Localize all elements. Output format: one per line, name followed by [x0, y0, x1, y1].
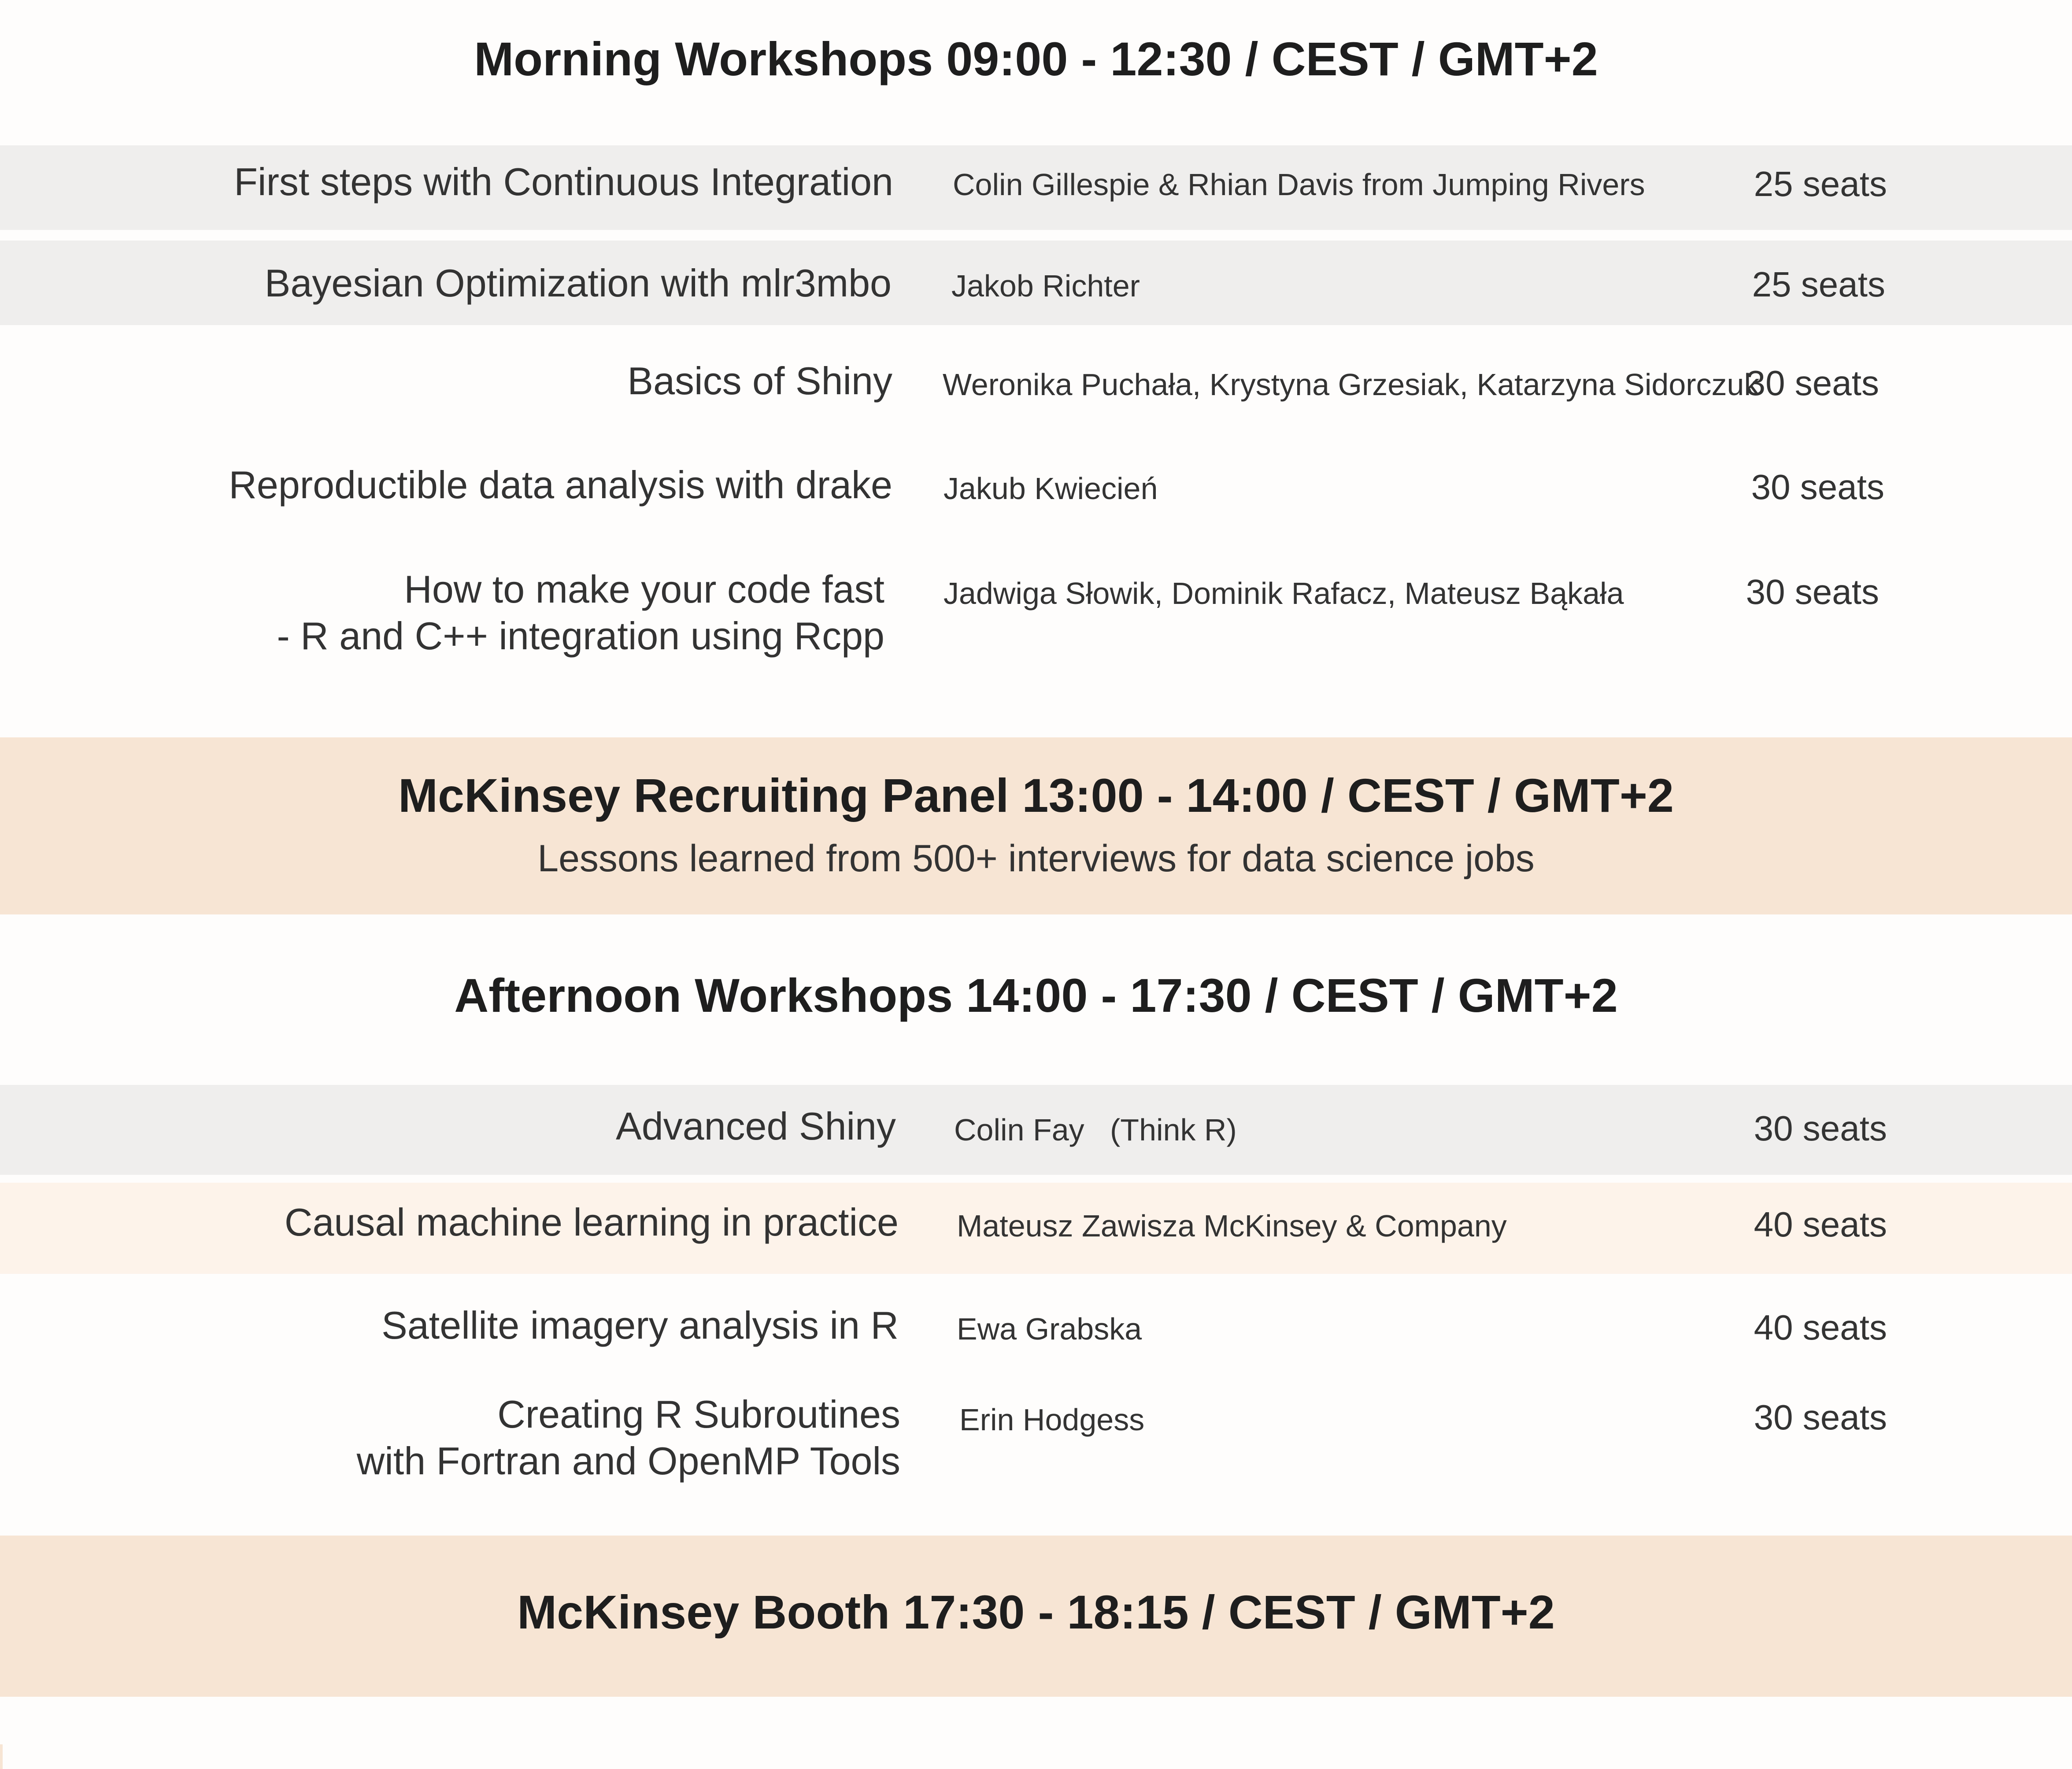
workshop-speaker-basics-shiny: Weronika Puchała, Krystyna Grzesiak, Kat…	[943, 367, 1760, 402]
workshop-title-drake: Reproductible data analysis with drake	[229, 462, 892, 508]
workshop-speaker-rcpp: Jadwiga Słowik, Dominik Rafacz, Mateusz …	[944, 576, 1624, 611]
workshop-speaker-causal-ml: Mateusz Zawisza McKinsey & Company	[957, 1209, 1507, 1243]
workshop-speaker-satellite: Ewa Grabska	[957, 1312, 1142, 1346]
left-edge-marker	[0, 1744, 3, 1769]
workshop-title-line: Advanced Shiny	[616, 1104, 896, 1148]
workshop-title-line: - R and C++ integration using Rcpp	[277, 614, 884, 658]
workshop-seats-basics-shiny: 30 seats	[1746, 363, 1879, 403]
workshop-seats-bayesian: 25 seats	[1752, 265, 1885, 304]
workshop-title-first-steps: First steps with Continuous Integration	[234, 159, 893, 205]
workshop-seats-causal-ml: 40 seats	[1754, 1205, 1887, 1244]
recruiting-panel-band	[0, 737, 2072, 914]
workshop-seats-fortran: 30 seats	[1754, 1398, 1887, 1437]
workshop-title-line: Reproductible data analysis with drake	[229, 463, 892, 507]
workshop-title-fortran: Creating R Subroutines with Fortran and …	[357, 1391, 900, 1484]
workshop-title-line: with Fortran and OpenMP Tools	[356, 1439, 900, 1483]
workshop-title-line: How to make your code fast	[404, 567, 884, 611]
workshop-speaker-fortran: Erin Hodgess	[959, 1403, 1145, 1437]
workshop-title-line: Basics of Shiny	[627, 359, 892, 403]
workshop-seats-satellite: 40 seats	[1754, 1308, 1887, 1347]
workshop-title-rcpp: How to make your code fast - R and C++ i…	[277, 566, 884, 659]
workshop-title-line: Satellite imagery analysis in R	[381, 1303, 899, 1347]
recruiting-panel-subheading: Lessons learned from 500+ interviews for…	[537, 837, 1535, 880]
recruiting-panel-heading: McKinsey Recruiting Panel 13:00 - 14:00 …	[398, 769, 1674, 822]
workshop-title-line: Causal machine learning in practice	[284, 1200, 899, 1244]
morning-workshops-heading: Morning Workshops 09:00 - 12:30 / CEST /…	[474, 32, 1598, 85]
workshop-seats-rcpp: 30 seats	[1746, 572, 1879, 611]
workshop-title-line: Bayesian Optimization with mlr3mbo	[264, 261, 892, 305]
workshop-title-satellite: Satellite imagery analysis in R	[381, 1302, 899, 1349]
workshop-speaker-advanced-shiny: Colin Fay (Think R)	[954, 1113, 1237, 1147]
workshop-title-line: Creating R Subroutines	[497, 1392, 900, 1436]
workshop-seats-advanced-shiny: 30 seats	[1754, 1109, 1887, 1148]
workshop-title-advanced-shiny: Advanced Shiny	[616, 1103, 896, 1150]
workshop-title-bayesian: Bayesian Optimization with mlr3mbo	[265, 260, 892, 307]
workshop-speaker-bayesian: Jakob Richter	[951, 269, 1140, 303]
workshop-speaker-drake: Jakub Kwiecień	[944, 471, 1158, 506]
workshop-seats-first-steps: 25 seats	[1754, 164, 1887, 204]
workshop-title-line: First steps with Continuous Integration	[234, 160, 893, 204]
workshop-speaker-first-steps: Colin Gillespie & Rhian Davis from Jumpi…	[953, 167, 1645, 202]
workshop-title-causal-ml: Causal machine learning in practice	[285, 1199, 899, 1246]
booth-heading: McKinsey Booth 17:30 - 18:15 / CEST / GM…	[517, 1585, 1555, 1639]
afternoon-workshops-heading: Afternoon Workshops 14:00 - 17:30 / CEST…	[454, 969, 1618, 1022]
workshop-seats-drake: 30 seats	[1751, 467, 1884, 507]
workshop-title-basics-shiny: Basics of Shiny	[627, 358, 892, 404]
